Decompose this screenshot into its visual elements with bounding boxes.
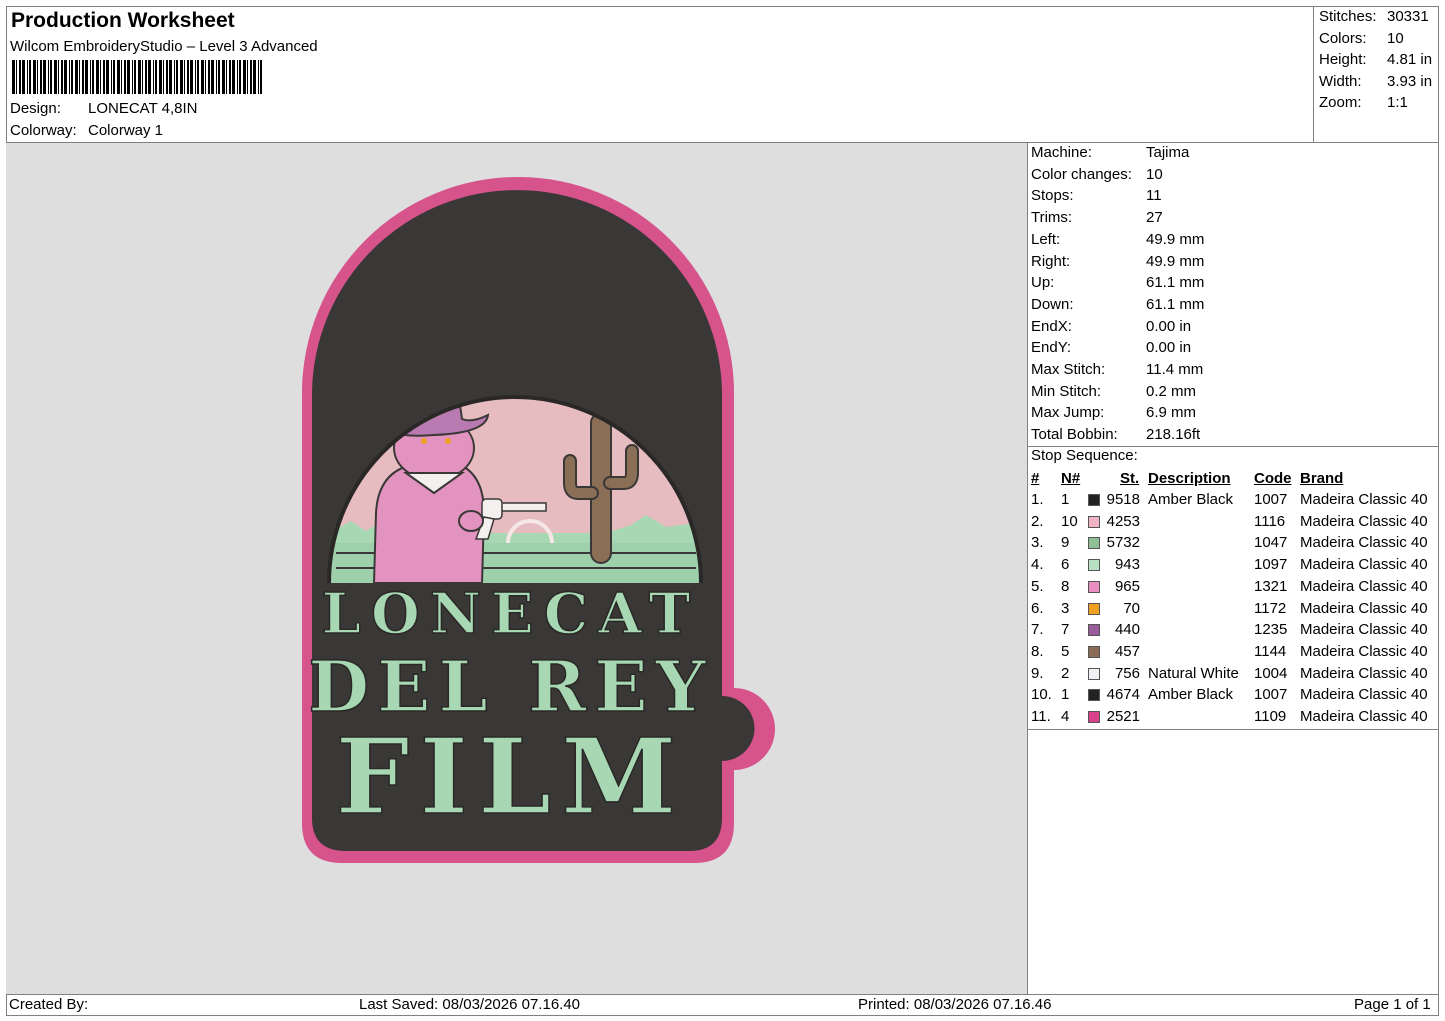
stop-sequence-row: 10. 1 4674 Amber Black 1007 Madeira Classic 4… <box>1031 686 1428 704</box>
stop-sequence-row: 1. 1 9518 Amber Black 1007 Madeira Classic 40 <box>1031 491 1428 508</box>
color-swatch <box>1088 711 1100 723</box>
software-name: Wilcom EmbroideryStudio – Level 3 Advanc… <box>10 38 318 55</box>
col-header-n: N# <box>1061 470 1081 487</box>
last-saved: Last Saved: 08/03/2026 07.16.40 <box>359 996 581 1013</box>
color-swatch <box>1088 580 1100 593</box>
machine-info-row: Right: 49.9 mm <box>1031 252 1205 270</box>
machine-info-row: Up: 61.1 mm <box>1031 274 1205 292</box>
worksheet-footer: Created By: Last Saved: 08/03/2026 07.16… <box>6 994 1439 1016</box>
design-preview-canvas: LONECAT DEL REY FILM TM <box>6 143 1028 994</box>
col-header-stitches: St. <box>1120 470 1140 487</box>
color-swatch <box>1088 624 1100 637</box>
embroidery-design-image: LONECAT DEL REY FILM TM <box>302 177 775 863</box>
color-swatch <box>1088 559 1100 572</box>
stat-colors: Colors: 10 <box>1319 30 1404 47</box>
machine-info-row: Max Stitch: 11.4 mm <box>1031 361 1204 378</box>
col-header-description: Description <box>1148 470 1231 487</box>
stat-zoom: Zoom: 1:1 <box>1319 94 1408 111</box>
machine-info-row: Max Jump: 6.9 mm <box>1031 404 1197 422</box>
machine-info-row: EndY: 0.00 in <box>1031 339 1192 357</box>
stop-sequence-title: Stop Sequence: <box>1031 447 1138 464</box>
stop-sequence-row: 6. 3 70 1172 Madeira Classic 40 <box>1031 599 1428 617</box>
colorway-row: Colorway: Colorway 1 <box>10 122 163 139</box>
color-swatch <box>1088 602 1100 615</box>
worksheet-header: Production Worksheet Wilcom EmbroiderySt… <box>6 6 1314 143</box>
stop-sequence-row: 2. 10 4253 1116 Madeira Classic 40 <box>1031 512 1428 530</box>
design-value: LONECAT 4,8IN <box>88 100 198 117</box>
colorway-label: Colorway: <box>10 122 77 139</box>
machine-info-row: Left: 49.9 mm <box>1031 230 1205 248</box>
stop-sequence-row: 7. 7 440 1235 Madeira Classic 40 <box>1031 621 1428 639</box>
design-label: Design: <box>10 100 61 117</box>
machine-info-row: Trims: 27 <box>1031 209 1163 227</box>
barcode <box>12 60 262 94</box>
page-title: Production Worksheet <box>11 9 235 32</box>
col-header-brand: Brand <box>1300 470 1344 487</box>
color-swatch <box>1088 667 1100 680</box>
machine-info-row: Stops: 11 <box>1031 187 1162 205</box>
colorway-value: Colorway 1 <box>88 122 164 139</box>
stop-sequence-row: 4. 6 943 1097 Madeira Classic 40 <box>1031 556 1428 574</box>
stats-panel: Stitches: 30331 Colors: 10 Height: 4.81 in … <box>1314 6 1439 143</box>
machine-info-row: Total Bobbin: 218.16ft <box>1031 426 1201 444</box>
machine-info-row: Color changes: 10 <box>1031 165 1163 183</box>
machine-info-row: Down: 61.1 mm <box>1031 295 1205 313</box>
divider <box>1028 729 1439 730</box>
stop-sequence-row: 5. 8 965 1321 Madeira Classic 40 <box>1031 577 1428 595</box>
col-header-index: # <box>1031 470 1040 487</box>
color-swatch <box>1088 515 1100 528</box>
stop-sequence-row: 8. 5 457 1144 Madeira Classic 40 <box>1031 642 1428 660</box>
color-swatch <box>1088 494 1100 506</box>
stop-sequence-row: 9. 2 756 Natural White 1004 Madeira Classic 4… <box>1031 664 1428 682</box>
col-header-code: Code <box>1254 470 1292 487</box>
machine-info-panel: Machine: Tajima Color changes: 10 Stops: 11 Tr… <box>1028 143 1439 994</box>
stat-height: Height: 4.81 in <box>1319 51 1433 68</box>
stat-width: Width: 3.93 in <box>1319 73 1433 90</box>
trademark-symbol: TM <box>686 727 712 747</box>
color-swatch <box>1088 689 1100 702</box>
design-text-lonecat: LONECAT <box>322 581 701 647</box>
page-number: Page 1 of 1 <box>1354 996 1431 1013</box>
machine-info-row: EndX: 0.00 in <box>1031 317 1192 335</box>
stop-sequence-row: 11. 4 2521 1109 Madeira Classic 40 <box>1031 708 1428 725</box>
color-swatch <box>1088 537 1100 550</box>
machine-info-row: Machine: Tajima <box>1031 144 1190 161</box>
stop-sequence-row: 3. 9 5732 1047 Madeira Classic 40 <box>1031 534 1428 552</box>
design-text-film: FILM <box>336 715 687 838</box>
printed-date: Printed: 08/03/2026 07.16.46 <box>858 996 1052 1013</box>
created-by: Created By: <box>9 996 89 1013</box>
stat-stitches: Stitches: 30331 <box>1319 8 1429 25</box>
machine-info-row: Min Stitch: 0.2 mm <box>1031 382 1197 400</box>
color-swatch <box>1088 645 1100 658</box>
design-row: Design: LONECAT 4,8IN <box>10 100 197 117</box>
